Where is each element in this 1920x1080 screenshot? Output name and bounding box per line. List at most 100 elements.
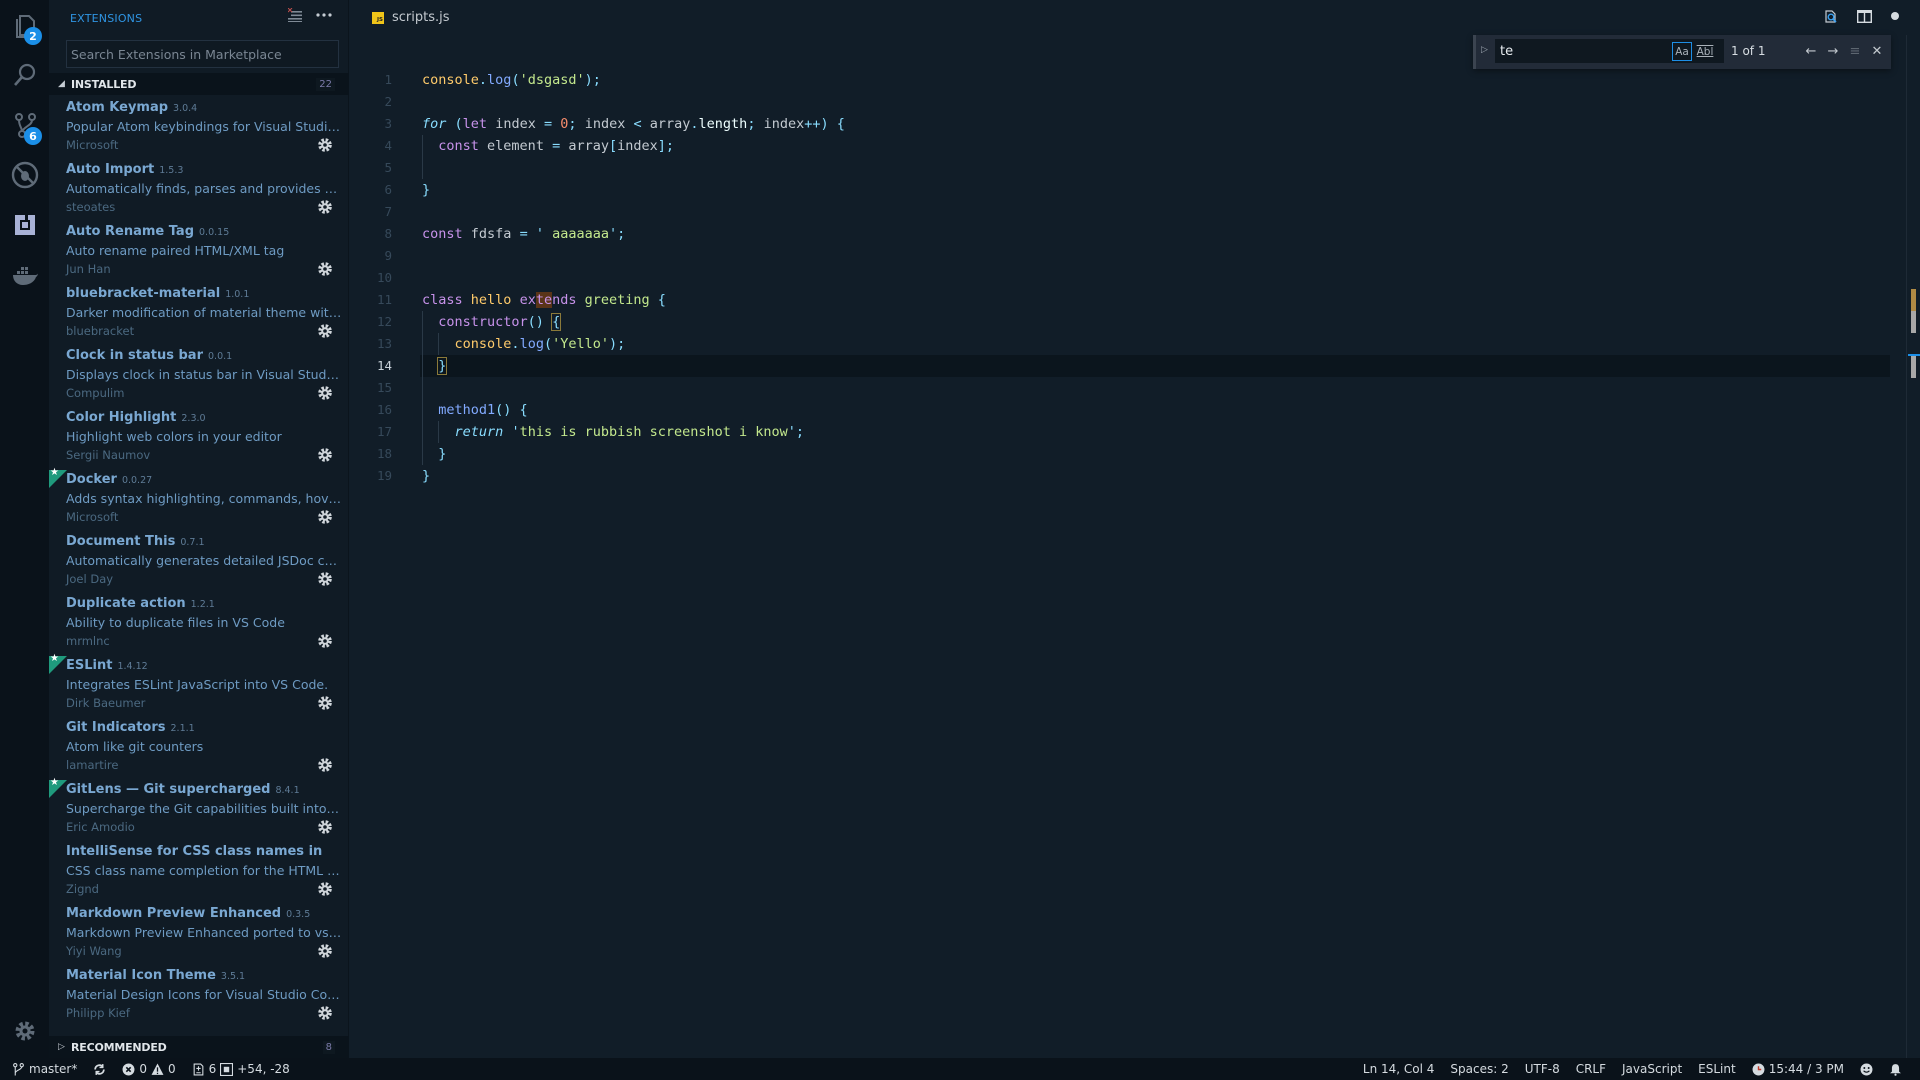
extension-manage-gear-icon[interactable] xyxy=(317,137,333,153)
extension-item[interactable]: Markdown Preview Enhanced 0.3.5 Markdown P… xyxy=(49,904,349,966)
extension-publisher: Microsoft xyxy=(66,138,119,152)
extension-manage-gear-icon[interactable] xyxy=(317,509,333,525)
code-line: } xyxy=(422,443,1890,465)
extension-item[interactable]: Git Indicators 2.1.1 Atom like git counter… xyxy=(49,718,349,780)
overview-ruler[interactable] xyxy=(1906,35,1920,1058)
split-editor-button[interactable] xyxy=(1857,9,1872,23)
line-number: 7 xyxy=(384,204,392,219)
indentation[interactable]: Spaces: 2 xyxy=(1442,1058,1516,1080)
extension-name: Clock in status bar 0.0.1 xyxy=(66,348,232,363)
extension-version: 0.0.27 xyxy=(121,475,153,486)
extension-item[interactable]: Color Highlight 2.3.0 Highlight web colors… xyxy=(49,408,349,470)
extension-item[interactable]: Document This 0.7.1 Automatically generate… xyxy=(49,532,349,594)
extension-item[interactable]: IntelliSense for CSS class names in HT..… xyxy=(49,842,349,904)
line-number: 6 xyxy=(384,182,392,197)
code-line: } xyxy=(422,468,431,484)
extension-item[interactable]: ★ ESLint 1.4.12 Integrates ESLint JavaScrip… xyxy=(49,653,349,718)
encoding[interactable]: UTF-8 xyxy=(1517,1058,1568,1080)
code-text[interactable]: console.log('dsgasd'); for (let index = … xyxy=(420,69,1890,487)
extension-item[interactable]: Material Icon Theme 3.5.1 Material Design … xyxy=(49,966,349,1028)
extension-publisher: Eric Amodio xyxy=(66,820,135,834)
find-in-selection-button[interactable]: ≡ xyxy=(1847,43,1863,59)
extension-item[interactable]: Auto Rename Tag 0.0.15 Auto rename paired … xyxy=(49,222,349,284)
extension-item[interactable]: ★ Docker 0.0.27 Adds syntax highlighting, c… xyxy=(49,467,349,532)
match-case-toggle[interactable]: Aa xyxy=(1672,42,1692,61)
activity-debug[interactable] xyxy=(0,152,49,201)
smiley-icon xyxy=(1860,1063,1873,1075)
extension-manage-gear-icon[interactable] xyxy=(317,757,333,773)
activity-bar: 2 6 xyxy=(0,0,49,1058)
extension-item[interactable]: Clock in status bar 0.0.1 Displays clock i… xyxy=(49,346,349,408)
language-mode[interactable]: JavaScript xyxy=(1614,1058,1690,1080)
clear-extensions-button[interactable] xyxy=(288,8,302,22)
whole-word-toggle[interactable]: Abl xyxy=(1695,42,1715,61)
activity-docker[interactable] xyxy=(0,252,49,301)
line-number-gutter: 1 2 3 4 5 6 7 8 9 10 11 12 13 14 15 16 17 18 19 xyxy=(350,69,400,487)
extension-description: Auto rename paired HTML/XML tag xyxy=(66,243,285,258)
extension-manage-gear-icon[interactable] xyxy=(317,571,333,587)
extension-version: 0.0.15 xyxy=(199,227,230,238)
cursor-position[interactable]: Ln 14, Col 4 xyxy=(1355,1058,1443,1080)
activity-explorer[interactable]: 2 xyxy=(0,2,49,51)
next-match-button[interactable]: → xyxy=(1825,43,1841,59)
activity-search[interactable] xyxy=(0,52,49,101)
extension-item[interactable]: Duplicate action 1.2.1 Ability to duplicat… xyxy=(49,594,349,656)
tab-scripts-js[interactable]: JS scripts.js xyxy=(372,10,450,25)
code-line: console.log('Yello'); xyxy=(422,333,1890,355)
explorer-badge: 2 xyxy=(24,27,42,45)
extension-publisher: Jun Han xyxy=(66,262,111,276)
extension-name: Color Highlight 2.3.0 xyxy=(66,410,206,425)
activity-extensions[interactable] xyxy=(0,202,49,251)
extension-manage-gear-icon[interactable] xyxy=(317,323,333,339)
extension-title: Color Highlight xyxy=(66,410,177,425)
clock[interactable]: 15:44 / 3 PM xyxy=(1744,1058,1852,1080)
close-find-button[interactable]: ✕ xyxy=(1869,43,1885,59)
recommended-section-header[interactable]: ▷ RECOMMENDED 8 xyxy=(49,1036,349,1058)
extension-manage-gear-icon[interactable] xyxy=(317,1005,333,1021)
unsaved-indicator-button[interactable] xyxy=(1890,11,1900,21)
extension-manage-gear-icon[interactable] xyxy=(317,261,333,277)
problems-indicator[interactable]: 0 0 xyxy=(114,1058,183,1080)
extension-manage-gear-icon[interactable] xyxy=(317,199,333,215)
end-of-line[interactable]: CRLF xyxy=(1568,1058,1614,1080)
extension-manage-gear-icon[interactable] xyxy=(317,695,333,711)
branch-name: master* xyxy=(29,1062,78,1076)
extension-version: 1.4.12 xyxy=(117,661,148,672)
previous-match-button[interactable]: ← xyxy=(1803,43,1819,59)
extension-manage-gear-icon[interactable] xyxy=(317,385,333,401)
eslint-status[interactable]: ESLint xyxy=(1690,1058,1744,1080)
line-number: 2 xyxy=(384,94,392,109)
extension-name: Atom Keymap 3.0.4 xyxy=(66,100,197,115)
extension-item[interactable]: bluebracket-material 1.0.1 Darker modifica… xyxy=(49,284,349,346)
warning-count: 0 xyxy=(167,1062,176,1076)
sync-button[interactable] xyxy=(85,1058,114,1080)
more-actions-button[interactable] xyxy=(316,13,332,17)
installed-section-header[interactable]: ◢ INSTALLED 22 xyxy=(49,73,349,95)
extension-item[interactable]: Auto Import 1.5.3 Automatically finds, par… xyxy=(49,160,349,222)
editor-area: JS scripts.js 1 2 3 4 5 6 7 8 9 10 11 12 13 14 15 16 17 1… xyxy=(350,0,1920,1058)
line-number: 3 xyxy=(384,116,392,131)
open-preview-button[interactable] xyxy=(1823,8,1839,24)
javascript-file-icon: JS xyxy=(372,11,384,24)
extension-publisher: Joel Day xyxy=(66,572,114,586)
activity-source-control[interactable]: 6 xyxy=(0,102,49,151)
code-line: constructor() { xyxy=(422,311,1890,333)
extension-item[interactable]: Atom Keymap 3.0.4 Popular Atom keybindings… xyxy=(49,98,349,160)
extension-manage-gear-icon[interactable] xyxy=(317,881,333,897)
code-line: class hello extends greeting { xyxy=(422,292,666,308)
collapse-triangle-icon: ◢ xyxy=(58,79,65,89)
notifications-button[interactable] xyxy=(1881,1058,1910,1080)
toggle-replace-button[interactable]: ▷ xyxy=(1481,45,1488,55)
extensions-search-input[interactable] xyxy=(66,40,339,68)
extension-manage-gear-icon[interactable] xyxy=(317,819,333,835)
changed-files-indicator[interactable]: 6 +54, -28 xyxy=(184,1058,298,1080)
extension-manage-gear-icon[interactable] xyxy=(317,447,333,463)
code-line: return 'this is rubbish screenshot i kno… xyxy=(422,421,1890,443)
extension-item[interactable]: ★ GitLens — Git supercharged 8.4.1 Supercha… xyxy=(49,777,349,842)
feedback-button[interactable] xyxy=(1852,1058,1881,1080)
git-branch[interactable]: master* xyxy=(12,1058,85,1080)
activity-manage[interactable] xyxy=(0,1008,49,1057)
code-line-current: } xyxy=(420,355,1890,377)
extension-manage-gear-icon[interactable] xyxy=(317,633,333,649)
extension-manage-gear-icon[interactable] xyxy=(317,943,333,959)
